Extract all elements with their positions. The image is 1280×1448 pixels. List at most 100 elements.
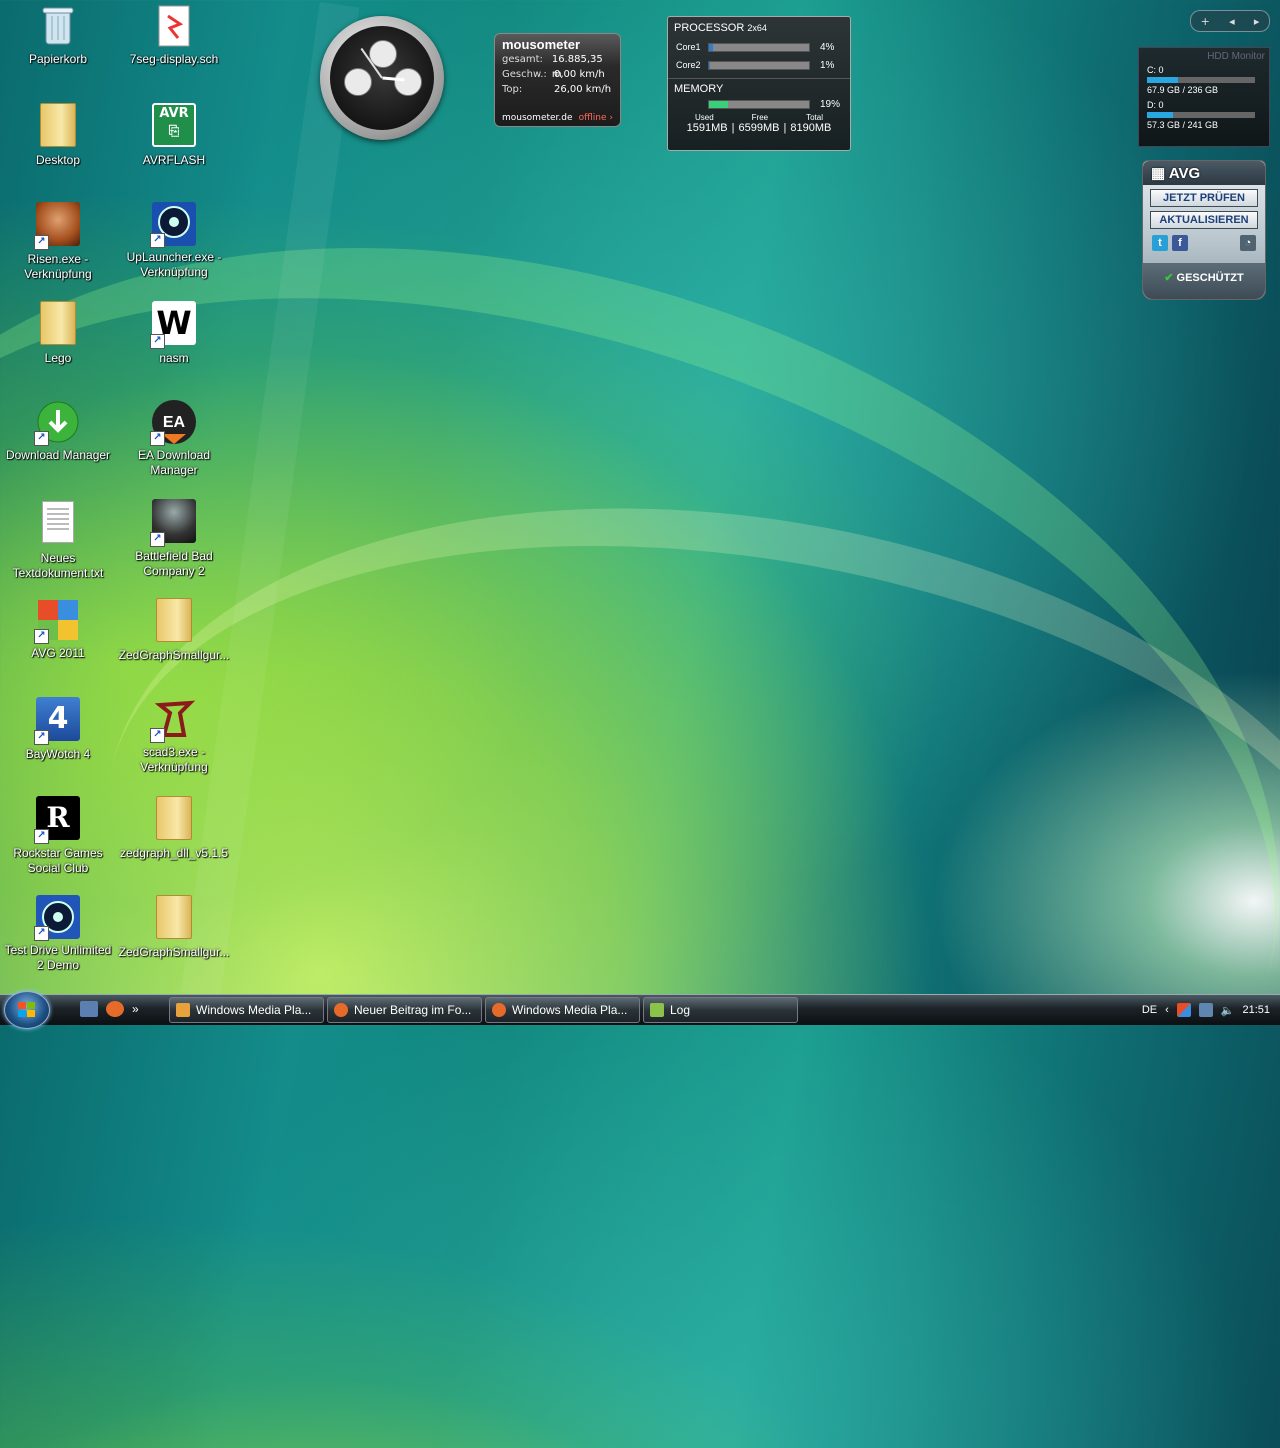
taskbar-item[interactable]: Windows Media Pla... [169,997,324,1023]
wheel-icon: ↗ [34,893,82,941]
text-file-icon [34,501,82,549]
twitter-icon[interactable]: t [1152,235,1168,251]
mousometer-status[interactable]: offline › [579,113,613,123]
memory-row: 19% [668,95,850,113]
icon-label: 7seg-display.sch [129,52,219,66]
icon-label: ZedGraphSmallgur... [118,648,230,662]
taskbar-item[interactable]: Log [643,997,798,1023]
avg-icon: ↗ [34,596,82,644]
recycle-bin-icon [34,2,82,50]
desktop-icon-textdokument[interactable]: Neues Textdokument.txt [0,497,116,581]
folder-icon [150,796,198,844]
folder-icon [34,301,82,349]
nasm-icon: W ↗ [150,301,198,349]
facebook-icon[interactable]: f [1172,235,1188,251]
desktop-icon-desktop[interactable]: Desktop [0,101,116,168]
desktop-icon-zedgraph-dll[interactable]: zedgraph_dll_v5.1.5 [116,794,232,861]
sidebar-prev-button[interactable]: ◂ [1229,15,1235,28]
core-row: Core2 1% [676,59,835,71]
desktop-icon-battlefield[interactable]: ↗ Battlefield Bad Company 2 [116,497,232,579]
icon-label: scad3.exe - Verknüpfung [140,745,208,774]
memory-title: MEMORY [674,83,724,95]
start-button[interactable] [4,991,50,1029]
clock-subdial [344,68,372,96]
shortcut-arrow-icon: ↗ [150,334,165,349]
mousometer-title: mousometer [502,37,581,52]
desktop-icon-nasm[interactable]: W ↗ nasm [116,299,232,366]
drive-name: D: 0 [1147,100,1164,110]
drive-usage: 67.9 GB / 236 GB [1147,85,1219,95]
volume-icon[interactable]: 🔈 [1221,1004,1235,1017]
clock-time[interactable]: 21:51 [1242,1004,1270,1016]
speedometer-icon[interactable]: ◔ [1240,235,1256,251]
hdd-monitor-title: HDD Monitor [1207,51,1265,62]
network-icon[interactable] [1198,1003,1213,1017]
mousometer-row: Geschw.: 0,00 km/h [502,69,605,80]
protection-status: ✔ GESCHÜTZT [1143,263,1265,299]
cpu-meter-gadget[interactable]: PROCESSOR 2x64 Core1 4% Core2 1% MEMORY … [667,16,851,151]
desktop-icon-7seg-display[interactable]: 7seg-display.sch [116,2,232,67]
firefox-icon[interactable] [106,1001,124,1017]
mousometer-row: Top: 26,00 km/h [502,84,612,95]
sidebar-next-button[interactable]: ▸ [1254,15,1260,28]
update-button[interactable]: AKTUALISIEREN [1150,211,1258,229]
sidebar-controls: + ◂ ▸ [1190,10,1270,32]
desktop-icon-zedgraph-small-1[interactable]: ZedGraphSmallgur... [116,596,232,663]
icon-label: ZedGraphSmallgur... [118,945,230,959]
notepad-icon [650,1003,664,1017]
icon-label: Download Manager [5,448,111,462]
scan-now-button[interactable]: JETZT PRÜFEN [1150,189,1258,207]
clock-gadget[interactable] [320,16,444,140]
icon-label: Desktop [35,153,81,167]
media-player-icon [176,1003,190,1017]
desktop-icon-lego[interactable]: Lego [0,299,116,366]
icon-label: Lego [44,351,72,365]
quick-launch-more-button[interactable]: » [132,1002,139,1016]
desktop-icon-avg-2011[interactable]: ↗ AVG 2011 [0,596,116,661]
processor-title: PROCESSOR 2x64 [674,22,767,34]
folder-icon [34,103,82,151]
avg-tray-icon[interactable] [1176,1003,1191,1017]
svg-text:EA: EA [163,414,186,431]
show-desktop-icon[interactable] [80,1001,98,1017]
icon-label: UpLauncher.exe - Verknüpfung [126,250,222,279]
shortcut-arrow-icon: ↗ [34,629,49,644]
rockstar-icon: R ↗ [34,796,82,844]
tray-expand-icon[interactable]: ‹ [1165,1004,1169,1016]
desktop-icon-uplauncher[interactable]: ↗ UpLauncher.exe - Verknüpfung [116,200,232,280]
icon-label: Battlefield Bad Company 2 [135,549,213,578]
desktop-icon-test-drive[interactable]: ↗ Test Drive Unlimited 2 Demo [0,893,116,973]
clock-subdial [394,68,422,96]
icon-label: AVRFLASH [142,153,206,167]
desktop-icon-ea-download-manager[interactable]: EA ↗ EA Download Manager [116,398,232,478]
battlefield-icon: ↗ [150,499,198,547]
desktop-icon-zedgraph-small-2[interactable]: ZedGraphSmallgur... [116,893,232,960]
desktop-icon-download-manager[interactable]: ↗ Download Manager [0,398,116,463]
shortcut-arrow-icon: ↗ [34,829,49,844]
avg-gadget[interactable]: ▦ AVG JETZT PRÜFEN AKTUALISIEREN t f ◔ ✔… [1142,160,1266,300]
core-row: Core1 4% [676,41,835,53]
desktop-icon-scad3[interactable]: ↗ scad3.exe - Verknüpfung [116,695,232,775]
mousometer-site-link[interactable]: mousometer.de [502,113,573,123]
language-indicator[interactable]: DE [1142,1004,1157,1016]
desktop-icon-baywotch[interactable]: 4 ↗ BayWotch 4 [0,695,116,762]
add-gadget-button[interactable]: + [1201,15,1210,28]
mousometer-gadget[interactable]: mousometer gesamt: 16.885,35 m Geschw.: 0,… [494,33,621,127]
drive-usage: 57.3 GB / 241 GB [1147,120,1219,130]
hdd-monitor-gadget[interactable]: HDD Monitor C: 0 67.9 GB / 236 GB D: 0 5… [1138,47,1270,147]
desktop-icon-papierkorb[interactable]: Papierkorb [0,2,116,67]
ea-icon: EA ↗ [150,398,198,446]
baywotch-icon: 4 ↗ [34,697,82,745]
shortcut-arrow-icon: ↗ [150,532,165,547]
core-usage-bar [708,42,810,52]
desktop-icon-avrflash[interactable]: AVR ⎘ AVRFLASH [116,101,232,168]
taskbar-item[interactable]: Neuer Beitrag im Fo... [327,997,482,1023]
drive-usage-bar [1147,77,1255,83]
shortcut-arrow-icon: ↗ [34,431,49,446]
taskbar-item[interactable]: Windows Media Pla... [485,997,640,1023]
clock-face [330,26,434,130]
desktop-icon-risen[interactable]: ↗ Risen.exe - Verknüpfung [0,200,116,282]
desktop-icon-rockstar[interactable]: R ↗ Rockstar Games Social Club [0,794,116,876]
task-buttons: Windows Media Pla... Neuer Beitrag im Fo… [169,997,798,1023]
icon-label: Neues Textdokument.txt [12,551,104,580]
